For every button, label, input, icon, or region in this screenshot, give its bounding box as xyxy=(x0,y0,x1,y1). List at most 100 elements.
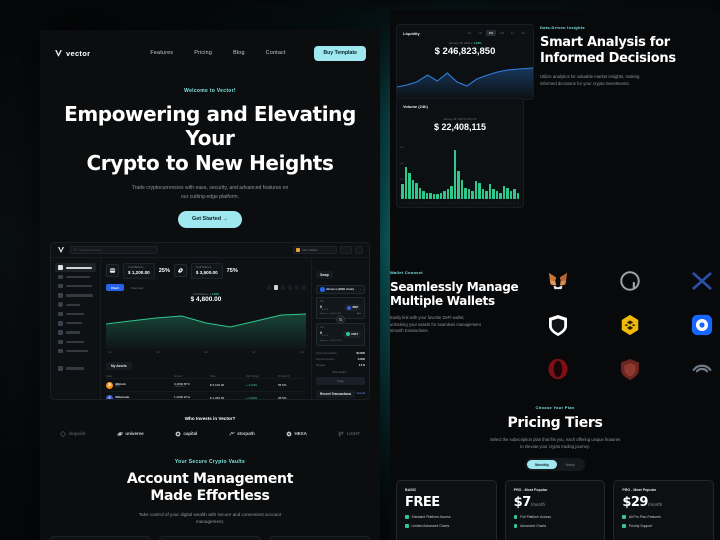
opera-wallet-icon[interactable] xyxy=(545,356,571,382)
network-icon xyxy=(320,287,325,292)
loans-icon xyxy=(58,330,63,335)
wallets-eyebrow: Wallet Connect xyxy=(390,270,423,275)
navbar: vector Features Pricing Blog Contact Buy… xyxy=(40,40,380,66)
sidebar-item-support[interactable] xyxy=(55,364,96,373)
brave-wallet-icon[interactable] xyxy=(545,312,571,338)
volume-bar xyxy=(460,179,464,199)
swap-from-token-select[interactable]: BNB xyxy=(344,304,361,312)
sidebar-item-buy-sell-crypto[interactable] xyxy=(55,291,96,300)
accounts-icon xyxy=(58,274,63,280)
nav-link-features[interactable]: Features xyxy=(150,50,173,56)
hero-title: Empowering and Elevating Your Crypto to … xyxy=(40,102,380,175)
volume-xtick: 11 xyxy=(441,204,443,205)
dashboard-avatar[interactable] xyxy=(355,245,363,254)
xdefi-icon[interactable] xyxy=(689,268,715,294)
argent-icon[interactable] xyxy=(617,268,643,294)
volume-date: January 18, 2023 14:00 UTC xyxy=(443,118,477,121)
xtick: Jan xyxy=(108,352,112,355)
investor-logo-label: storpath xyxy=(237,431,255,437)
volume-bar xyxy=(453,150,457,199)
swap-to-box: Get 0 ~ $ 0.00 USDT Balance: 0.0000 USDT xyxy=(316,323,365,346)
volume-xtick: 25 xyxy=(489,204,492,205)
binance-wallet-icon[interactable] xyxy=(617,312,643,338)
toggle-yearly[interactable]: Yearly xyxy=(557,460,583,469)
sidebar-item-cards[interactable] xyxy=(55,319,96,328)
table-row[interactable]: ₿ Bitcoin BTC 0.1800 BTC 0.1800 BTC $ 5,… xyxy=(106,378,306,391)
sidebar-item-label xyxy=(65,312,84,316)
sidebar-item-help[interactable] xyxy=(55,300,96,309)
col-amount: Amount xyxy=(174,375,183,379)
smart-subtitle-line1: Utilize analytics for valuable market in… xyxy=(540,74,640,80)
help-icon xyxy=(58,302,63,307)
sidebar-item-loans[interactable] xyxy=(55,328,96,337)
range-tab-1y[interactable]: 1Y xyxy=(508,30,516,36)
range-tab-1h[interactable]: 1H xyxy=(465,30,474,36)
sidebar-item-rewards[interactable] xyxy=(55,346,96,355)
account-feature-card[interactable] xyxy=(159,535,261,540)
pricing-section: Choose Your Plan Pricing Tiers Select th… xyxy=(390,405,720,472)
volume-bar xyxy=(513,189,516,199)
metamask-icon[interactable] xyxy=(545,268,571,294)
chart-tool-1-icon[interactable] xyxy=(266,285,271,290)
toggle-monthly[interactable]: Monthly xyxy=(527,460,557,470)
tab-chart[interactable]: Chart xyxy=(106,283,124,292)
rocket-icon xyxy=(178,267,184,273)
get-started-button[interactable]: Get Started → xyxy=(178,210,242,228)
swap-network-select[interactable]: Binance (BNB chain) › xyxy=(316,284,365,294)
pricing-card-pro-plus[interactable]: PRO - Most Popular $29/month All Pro Pla… xyxy=(613,480,715,540)
dashboard-notification-button[interactable] xyxy=(340,245,352,254)
dashboard-account-pill[interactable]: Main Wallet xyxy=(293,245,337,254)
volume-bar xyxy=(443,190,446,199)
xtick: Apr xyxy=(251,352,256,355)
chart-tool-5-icon[interactable] xyxy=(294,285,299,290)
range-tab-all[interactable]: All xyxy=(519,30,527,36)
volume-bar xyxy=(415,182,418,199)
plan-price-value: FREE xyxy=(405,495,440,510)
pricing-card-basic[interactable]: BASIC FREE Standard Platform Access Limi… xyxy=(396,480,497,540)
sidebar-item-label xyxy=(65,331,80,334)
range-tab-1m[interactable]: 1M xyxy=(498,30,507,36)
coinbase-wallet-icon[interactable] xyxy=(689,312,715,338)
brand-logo[interactable]: vector xyxy=(54,49,90,58)
liquidity-delta: + 1.28% xyxy=(471,41,482,45)
nav-link-blog[interactable]: Blog xyxy=(233,50,245,56)
capital-icon xyxy=(175,431,181,437)
swap-show-details-link[interactable]: Show details ⌄ xyxy=(316,371,365,374)
nav-link-contact[interactable]: Contact xyxy=(266,50,286,56)
sidebar-item-dashboard[interactable] xyxy=(55,262,96,273)
volume-bar xyxy=(481,189,485,199)
account-feature-card[interactable] xyxy=(268,535,370,540)
range-tab-1d[interactable]: 1D xyxy=(476,30,485,36)
nav-link-pricing[interactable]: Pricing xyxy=(194,50,212,56)
sidebar-item-my-accounts[interactable] xyxy=(55,272,96,281)
sidebar-item-swap[interactable] xyxy=(55,337,96,346)
liquidity-card: Liquidity 1H 1D 1W 1M 1Y All January 18,… xyxy=(396,24,534,100)
chart-tool-3-icon[interactable] xyxy=(280,285,285,290)
sidebar-item-label xyxy=(65,285,92,288)
walletconnect-icon[interactable] xyxy=(689,356,715,382)
col-value: Value xyxy=(210,375,216,379)
sidebar-item-transactions[interactable] xyxy=(55,282,96,291)
range-tab-1w[interactable]: 1W xyxy=(486,30,496,36)
swap-to-token-select[interactable]: USDT xyxy=(342,330,361,338)
account-feature-card[interactable] xyxy=(50,535,152,540)
vector-logo-icon xyxy=(55,49,62,57)
volume-bar xyxy=(411,179,415,199)
swap-from-max-button[interactable]: Max xyxy=(357,313,361,315)
chart-tool-6-icon[interactable] xyxy=(301,285,306,290)
chart-tool-4-icon[interactable] xyxy=(287,285,292,290)
sidebar-item-invoice[interactable] xyxy=(55,309,96,318)
view-all-link[interactable]: View All xyxy=(357,392,365,395)
pricing-card-pro[interactable]: PRO - Most Popular $7/month Full Platfor… xyxy=(504,480,606,540)
swap-submit-button[interactable]: Swap xyxy=(316,376,365,385)
buy-template-button[interactable]: Buy Template xyxy=(314,45,366,61)
dashboard-chart-tabs: Chart Overview xyxy=(106,283,306,292)
dashboard-chart-summary: Total Balance + 1.20% $ 4,800.00 xyxy=(106,293,306,303)
swap-to-balance: Balance: 0.0000 USDT xyxy=(320,339,343,342)
chart-tool-2-icon[interactable] xyxy=(273,285,278,290)
liquidity-date-row: January 18, 2023 + 1.28% xyxy=(403,41,527,45)
dashboard-search-input[interactable]: Search anything... xyxy=(70,245,158,254)
tab-overview[interactable]: Overview xyxy=(127,284,148,292)
trust-wallet-icon[interactable] xyxy=(617,356,643,382)
table-row[interactable]: Ξ Ethereum ETH 1.2000 ETH 1.2000 ETH $ 1… xyxy=(106,391,306,399)
